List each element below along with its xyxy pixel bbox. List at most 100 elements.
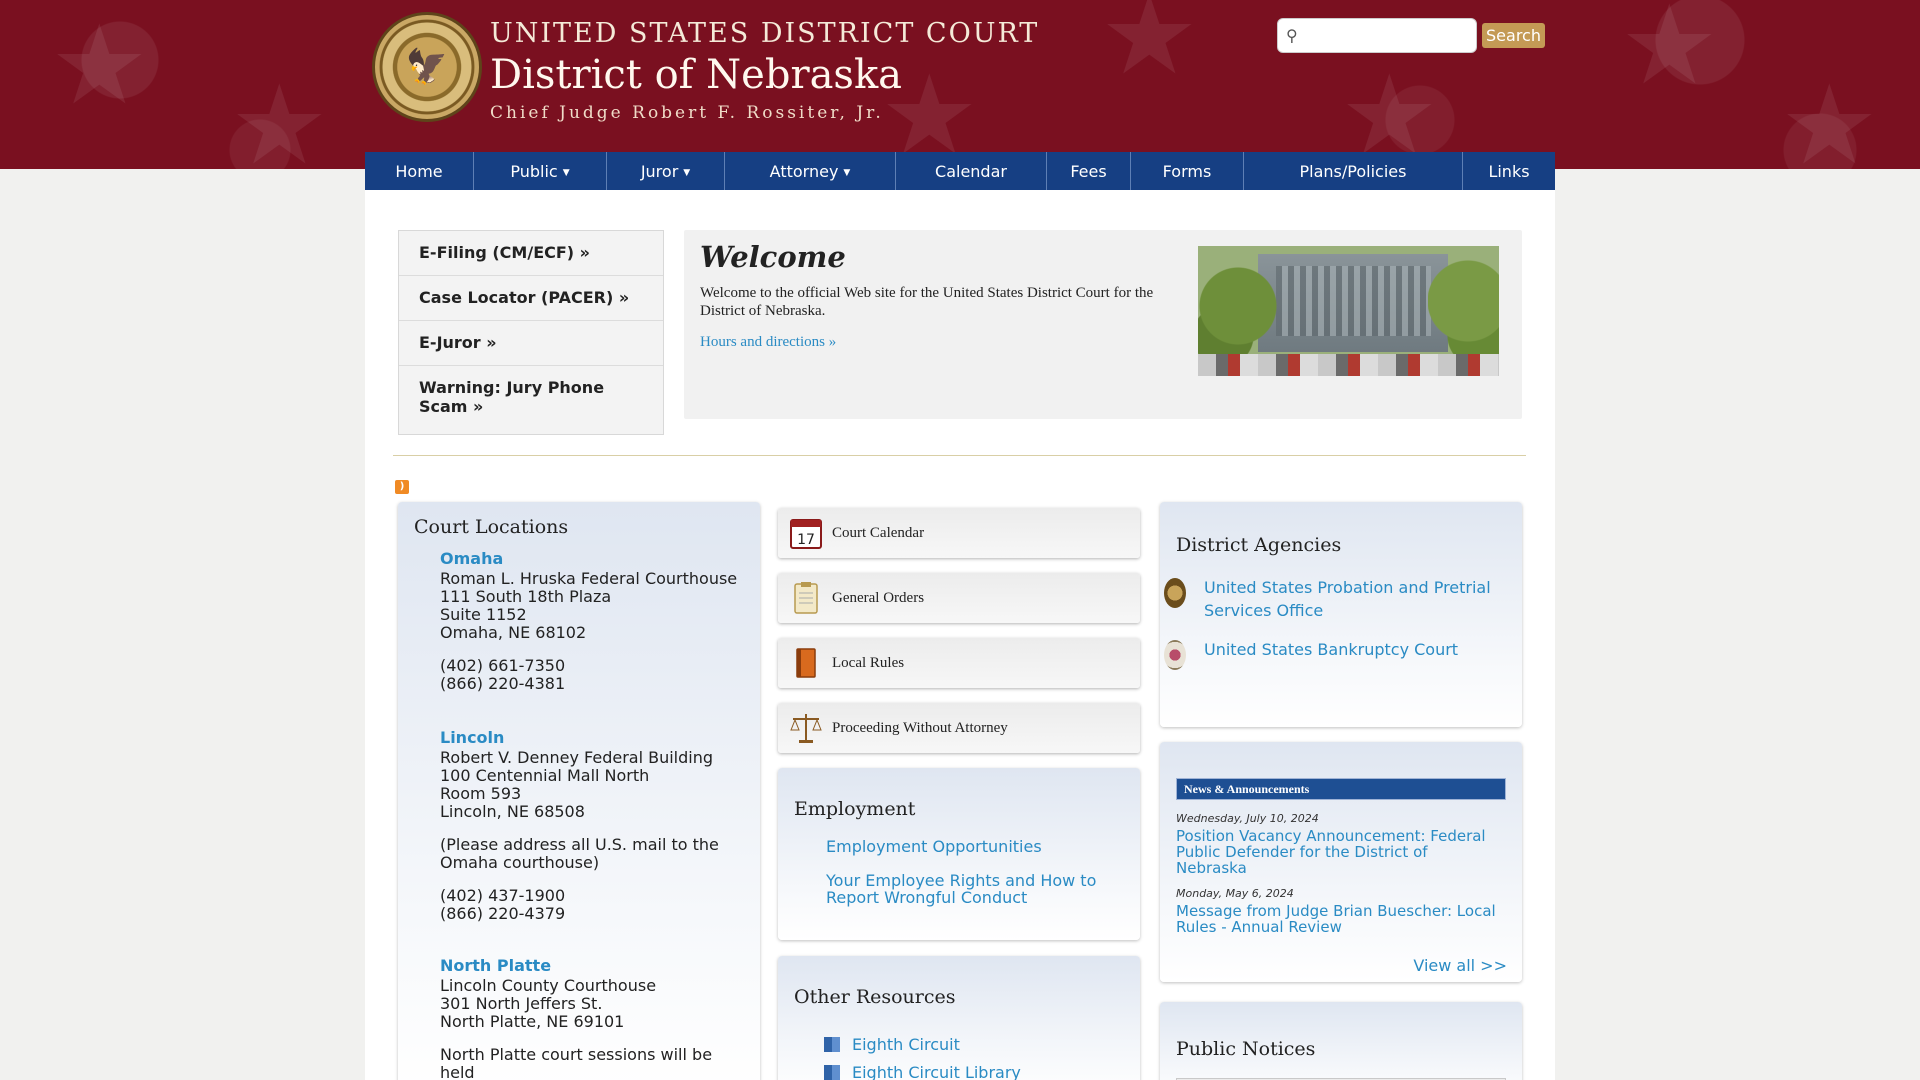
nav-label: Home bbox=[395, 161, 443, 181]
welcome-text: Welcome to the official Web site for the… bbox=[700, 285, 1154, 319]
button-label: Local Rules bbox=[832, 654, 905, 671]
agency-label: United States Bankruptcy Court bbox=[1204, 640, 1459, 659]
nav-attorney[interactable]: Attorney ▼ bbox=[725, 152, 896, 190]
eighth-circuit-library-link[interactable]: Eighth Circuit Library bbox=[824, 1063, 1142, 1080]
court-seal-logo[interactable]: 🦅 bbox=[372, 12, 482, 122]
address-line: Lincoln, NE 68508 bbox=[440, 802, 585, 821]
button-label: General Orders bbox=[832, 589, 925, 606]
other-resources-panel: Other Resources Eighth Circuit Eighth Ci… bbox=[778, 956, 1140, 1080]
probation-office-link[interactable]: United States Probation and Pretrial Ser… bbox=[1164, 576, 1494, 622]
chief-judge: Chief Judge Robert F. Rossiter, Jr. bbox=[490, 103, 884, 123]
address-line: 301 North Jeffers St. bbox=[440, 994, 603, 1013]
star-decoration: ★ bbox=[1620, 0, 1719, 109]
search-button[interactable]: Search bbox=[1482, 23, 1545, 48]
address-line: Roman L. Hruska Federal Courthouse bbox=[440, 569, 738, 588]
news-item-link[interactable]: Position Vacancy Announcement: Federal P… bbox=[1176, 828, 1501, 876]
address-line: Room 593 bbox=[440, 784, 522, 803]
quick-link-pacer[interactable]: Case Locator (PACER) » bbox=[399, 276, 663, 321]
nav-plans-policies[interactable]: Plans/Policies bbox=[1244, 152, 1463, 190]
nav-links[interactable]: Links bbox=[1463, 152, 1555, 190]
other-resources-title: Other Resources bbox=[794, 986, 956, 1008]
book-icon bbox=[788, 645, 824, 681]
mail-note: (Please address all U.S. mail to the Oma… bbox=[440, 835, 719, 872]
news-date: Wednesday, July 10, 2024 bbox=[1176, 812, 1319, 825]
rss-icon[interactable]: ) bbox=[395, 480, 409, 494]
nav-juror[interactable]: Juror ▼ bbox=[607, 152, 725, 190]
location-name[interactable]: Omaha bbox=[440, 550, 737, 568]
caret-down-icon: ▼ bbox=[683, 168, 691, 178]
calendar-icon: 17 bbox=[788, 515, 824, 551]
site-header: ★ ★ ★ ★ ★ ★ ★ 🦅 UNITED STATES DISTRICT C… bbox=[0, 0, 1920, 180]
nav-calendar[interactable]: Calendar bbox=[896, 152, 1047, 190]
location-omaha: Omaha Roman L. Hruska Federal Courthouse… bbox=[440, 550, 737, 693]
search-field[interactable]: ⚲ bbox=[1277, 18, 1477, 53]
eighth-circuit-link[interactable]: Eighth Circuit bbox=[824, 1035, 1142, 1054]
phone-number: (866) 220-4381 bbox=[440, 674, 566, 693]
search-input[interactable] bbox=[1303, 27, 1464, 44]
view-all-news-link[interactable]: View all >> bbox=[1413, 956, 1507, 975]
link-text: Eighth Circuit bbox=[852, 1035, 960, 1054]
bankruptcy-seal-icon bbox=[1164, 640, 1186, 670]
clipboard-icon bbox=[788, 580, 824, 616]
star-decoration: ★ bbox=[230, 61, 329, 189]
probation-seal-icon bbox=[1164, 578, 1186, 608]
quick-link-efiling[interactable]: E-Filing (CM/ECF) » bbox=[399, 231, 663, 276]
quick-link-ejuror[interactable]: E-Juror » bbox=[399, 321, 663, 366]
location-name[interactable]: North Platte bbox=[440, 957, 740, 975]
star-decoration: ★ bbox=[1780, 61, 1879, 189]
quick-links-box: E-Filing (CM/ECF) » Case Locator (PACER)… bbox=[398, 230, 664, 435]
location-name[interactable]: Lincoln bbox=[440, 729, 730, 747]
nav-fees[interactable]: Fees bbox=[1047, 152, 1131, 190]
nav-public[interactable]: Public ▼ bbox=[474, 152, 607, 190]
address-line: 111 South 18th Plaza bbox=[440, 587, 612, 606]
employment-opportunities-link[interactable]: Employment Opportunities bbox=[826, 838, 1116, 855]
address-line: Robert V. Denney Federal Building bbox=[440, 748, 714, 767]
court-calendar-button[interactable]: 17 Court Calendar bbox=[778, 508, 1140, 558]
general-orders-button[interactable]: General Orders bbox=[778, 573, 1140, 623]
proceeding-without-attorney-button[interactable]: Proceeding Without Attorney bbox=[778, 703, 1140, 753]
employee-rights-link[interactable]: Your Employee Rights and How to Report W… bbox=[826, 872, 1116, 906]
nav-label: Links bbox=[1488, 161, 1530, 181]
hours-directions-link[interactable]: Hours and directions » bbox=[700, 334, 836, 351]
address-line: Suite 1152 bbox=[440, 605, 527, 624]
news-date: Monday, May 6, 2024 bbox=[1176, 887, 1294, 900]
caret-down-icon: ▼ bbox=[562, 168, 570, 178]
courthouse-photo bbox=[1198, 246, 1499, 376]
bankruptcy-court-link[interactable]: United States Bankruptcy Court bbox=[1164, 638, 1494, 670]
nav-label: Fees bbox=[1070, 161, 1107, 181]
sessions-note: North Platte court sessions will be held bbox=[440, 1045, 713, 1080]
district-name[interactable]: District of Nebraska bbox=[490, 52, 902, 98]
phone-number: (402) 661-7350 bbox=[440, 656, 566, 675]
nav-label: Public bbox=[510, 161, 558, 181]
welcome-box: Welcome Welcome to the official Web site… bbox=[684, 230, 1522, 419]
news-item-link[interactable]: Message from Judge Brian Buescher: Local… bbox=[1176, 903, 1501, 935]
building-windows bbox=[1276, 266, 1431, 336]
nav-label: Attorney bbox=[769, 161, 839, 181]
scales-icon bbox=[788, 710, 824, 746]
nav-forms[interactable]: Forms bbox=[1131, 152, 1244, 190]
main-nav: Home Public ▼ Juror ▼ Attorney ▼ Calendar F… bbox=[365, 152, 1555, 190]
nav-home[interactable]: Home bbox=[365, 152, 474, 190]
main-content: E-Filing (CM/ECF) » Case Locator (PACER)… bbox=[365, 190, 1555, 1080]
nav-label: Calendar bbox=[935, 161, 1007, 181]
caret-down-icon: ▼ bbox=[843, 168, 851, 178]
eagle-icon: 🦅 bbox=[405, 47, 449, 87]
court-name: UNITED STATES DISTRICT COURT bbox=[490, 18, 1040, 49]
nav-label: Forms bbox=[1162, 161, 1212, 181]
address-line: North Platte, NE 69101 bbox=[440, 1012, 625, 1031]
local-rules-button[interactable]: Local Rules bbox=[778, 638, 1140, 688]
public-notices-title: Public Notices bbox=[1176, 1038, 1316, 1060]
link-text: Eighth Circuit Library bbox=[852, 1063, 1021, 1080]
document-icon bbox=[824, 1065, 840, 1080]
district-agencies-panel: District Agencies United States Probatio… bbox=[1160, 502, 1522, 727]
employment-panel: Employment Employment Opportunities Your… bbox=[778, 768, 1140, 940]
location-lincoln: Lincoln Robert V. Denney Federal Buildin… bbox=[440, 729, 730, 923]
divider bbox=[393, 455, 1526, 456]
quick-link-jury-scam[interactable]: Warning: Jury Phone Scam » bbox=[399, 366, 663, 436]
employment-title: Employment bbox=[794, 798, 916, 820]
address-line: 100 Centennial Mall North bbox=[440, 766, 650, 785]
court-locations-panel: Court Locations Omaha Roman L. Hruska Fe… bbox=[398, 502, 760, 1080]
star-decoration: ★ bbox=[1100, 0, 1199, 99]
search-icon: ⚲ bbox=[1286, 26, 1298, 45]
welcome-title: Welcome bbox=[700, 240, 846, 274]
